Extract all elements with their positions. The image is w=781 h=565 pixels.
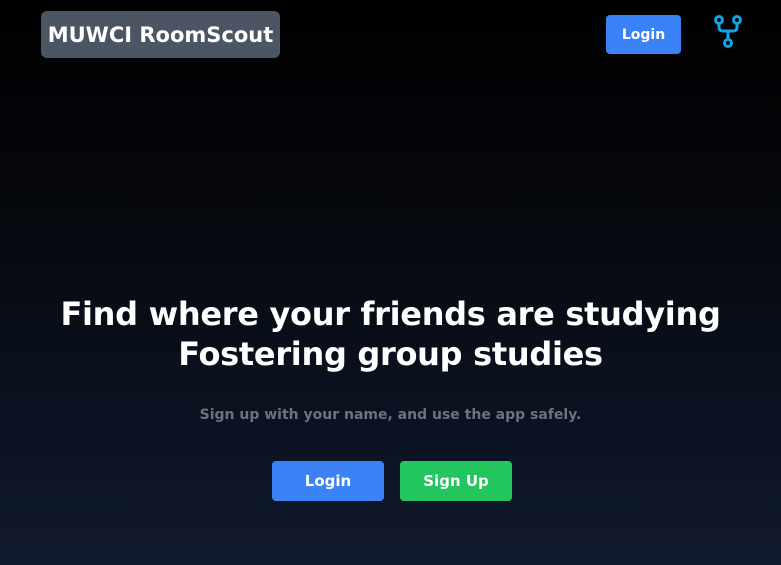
hero-section: Find where your friends are studying Fos… — [0, 294, 781, 374]
header-login-button[interactable]: Login — [606, 15, 681, 54]
hero-title-line1: Find where your friends are studying — [60, 295, 721, 333]
hero-signup-button[interactable]: Sign Up — [400, 461, 512, 501]
app-brand[interactable]: MUWCI RoomScout — [41, 11, 280, 58]
fork-icon[interactable] — [713, 14, 743, 50]
hero-title: Find where your friends are studying Fos… — [0, 294, 781, 374]
hero-subtitle: Sign up with your name, and use the app … — [199, 407, 582, 423]
hero-login-button[interactable]: Login — [272, 461, 384, 501]
hero-title-line2: Fostering group studies — [178, 335, 603, 373]
